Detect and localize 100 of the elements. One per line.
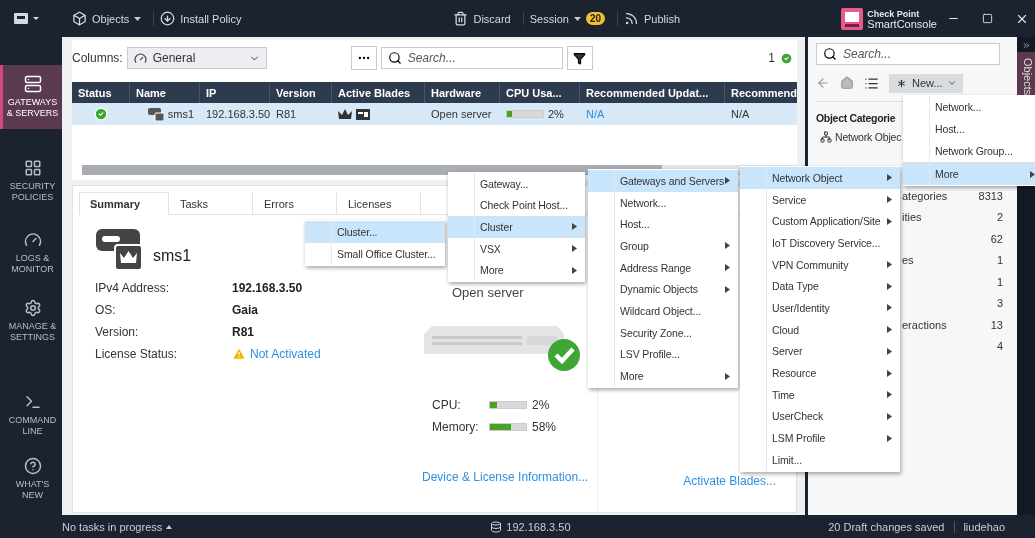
field-label: IPv4 Address: [95,281,171,295]
nav-item[interactable]: GATEWAYS & SERVERS [0,65,62,129]
metric-label: CPU: [432,398,462,412]
category-label: ities [902,211,922,224]
menu-item[interactable]: Security Zone... [588,321,738,344]
search-icon [387,51,402,65]
search-field[interactable]: Search... [380,47,563,69]
menu-item[interactable]: Address Range [588,256,738,279]
network-icon [820,131,832,143]
details-tab[interactable]: Summary [79,192,169,215]
menu-item[interactable]: Check Point Host... [448,194,585,217]
field-label: License Status: [95,347,179,361]
device-info-link[interactable]: Device & License Information... [422,470,589,484]
nav-item[interactable]: SECURITY POLICIES [0,149,62,213]
field-label: Version: [95,325,140,339]
menu-item[interactable]: Custom Application/Site [740,210,900,233]
menu-item[interactable]: More [903,162,1035,185]
details-tab[interactable]: Tasks [169,192,253,215]
list-view-icon[interactable] [864,75,879,91]
toolbar-menu-button[interactable]: Session 20 [522,12,611,25]
category-count: 13 [990,318,1003,331]
menu-item[interactable]: Dynamic Objects [588,278,738,301]
menu-item[interactable]: Small Office Cluster... [305,243,445,265]
menu-item[interactable]: Limit... [740,448,900,471]
product-name: SmartConsole [867,18,937,29]
menu-item[interactable]: VPN Community [740,253,900,276]
table-cell-text: R81 [275,107,298,122]
details-tab[interactable]: Errors [253,192,337,215]
nav-icon [23,159,42,177]
caret-icon[interactable] [166,524,173,529]
field-value: Gaia [232,303,259,317]
menu-item[interactable]: More [448,259,585,281]
database-icon [490,520,503,533]
menu-item[interactable]: Gateway... [448,173,585,195]
expand-icon[interactable] [1021,41,1031,50]
logo-icon [841,7,864,30]
columns-label: Columns: [72,51,123,65]
task-status[interactable]: No tasks in progress [62,520,163,533]
menu-item[interactable]: Cloud [740,318,900,341]
menu-item[interactable]: IoT Discovery Service... [740,232,900,254]
maximize-icon[interactable] [982,13,993,24]
license-status-link[interactable]: Not Activated [250,347,321,361]
menu-item[interactable]: LSM Profile [740,427,900,449]
table-cell-text: 192.168.3.50 [205,107,270,122]
back-icon[interactable] [816,76,830,90]
details-tab[interactable]: Licenses [337,192,421,215]
caret-icon [946,78,957,88]
activate-blades-link[interactable]: Activate Blades... [683,474,776,488]
menu-item[interactable]: Network... [588,191,738,214]
menu-item[interactable]: VSX [448,237,585,260]
filter-button[interactable] [566,46,593,70]
menu-item[interactable]: Cluster... [305,221,445,243]
category-count: 4 [996,340,1003,353]
toolbar-button[interactable]: Discard [447,11,517,26]
menu-item[interactable]: Network Object [740,167,900,189]
menu-item[interactable]: More [588,365,738,387]
filter-icon [573,51,587,65]
nav-icon [23,299,42,317]
draft-status: 20 Draft changes saved [828,520,945,533]
menu-item[interactable]: UserCheck [740,405,900,428]
search-icon [823,47,837,61]
menu-item[interactable]: User/Identity [740,297,900,319]
menu-item[interactable]: Host... [903,118,1035,140]
columns-dropdown[interactable]: General [126,47,267,69]
menu-item[interactable]: Data Type [740,275,900,298]
category-item[interactable]: Network Objec [835,131,902,143]
nav-item[interactable]: COMMAND LINE [0,383,62,447]
nav-item[interactable]: WHAT'S NEW [0,447,62,511]
category-count: 2 [996,211,1003,224]
table-row[interactable]: sms1 192.168.3.50 R81 Open server 2% N/A N/A [72,103,797,125]
toolbar-button[interactable]: Install Policy [153,11,248,26]
category-label: eractions [902,318,947,331]
new-button[interactable]: New... [889,73,963,93]
caret-icon [134,16,142,21]
table-cell-text: Open server [430,107,493,122]
category-count: 1 [996,254,1003,267]
menu-item[interactable]: Server [740,340,900,363]
menu-item[interactable]: Cluster [448,216,585,238]
app-menu-icon[interactable] [14,11,40,26]
menu-item[interactable]: Host... [588,213,738,236]
toolbar-button[interactable]: Publish [617,11,687,26]
menu-item[interactable]: Service [740,188,900,211]
menu-item[interactable]: Group [588,235,738,257]
menu-item[interactable]: Wildcard Object... [588,300,738,322]
toolbar-menu-button[interactable]: Objects [66,11,148,26]
menu-item[interactable]: Network Group... [903,140,1035,162]
object-search-field[interactable]: Search... [816,43,1000,65]
toolbar-icon [72,11,87,26]
card-icon [356,108,370,120]
metric-value: 58% [532,420,558,434]
caret-icon [573,16,581,21]
nav-item[interactable]: MANAGE & SETTINGS [0,289,62,353]
menu-item[interactable]: Time [740,383,900,406]
metric-label: Memory: [432,420,480,434]
gateway-crown-icon [95,227,143,271]
field-value: 192.168.3.50 [232,281,304,295]
menu-item[interactable]: Gateways and Servers [588,170,738,192]
menu-item[interactable]: Resource [740,362,900,384]
nav-item[interactable]: LOGS & MONITOR [0,221,62,285]
menu-item[interactable]: LSV Profile... [588,343,738,366]
